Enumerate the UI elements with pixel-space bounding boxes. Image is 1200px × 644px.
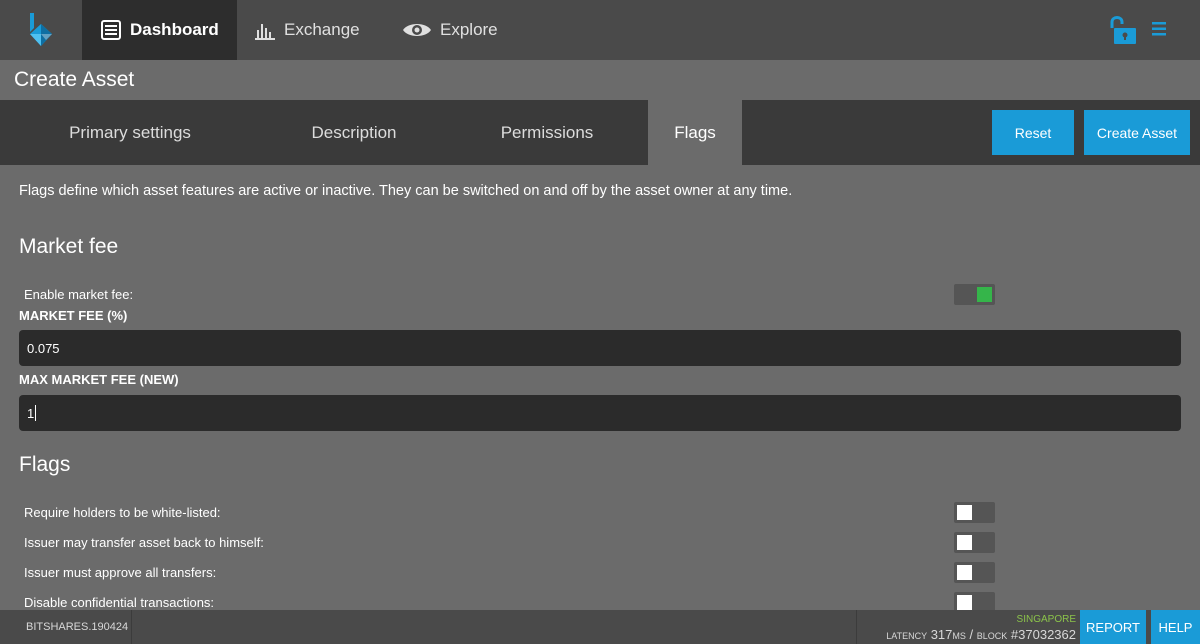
flag-label-white-listed: Require holders to be white-listed: (24, 505, 221, 520)
nav-explore-label: Explore (440, 20, 498, 39)
block-value: #37032362 (1010, 627, 1076, 642)
version-label: BITSHARES.190424 (0, 610, 132, 644)
market-fee-value: 0.075 (27, 340, 60, 356)
latency-unit: MS (952, 631, 966, 641)
dashboard-icon (101, 20, 121, 40)
nav-explore[interactable]: Explore (402, 0, 522, 60)
hamburger-menu-icon[interactable] (1152, 22, 1166, 36)
flag-toggle-transfer-back[interactable] (954, 532, 995, 553)
tab-flags[interactable]: Flags (648, 100, 742, 165)
tab-permissions[interactable]: Permissions (460, 100, 634, 165)
eye-icon (403, 24, 431, 36)
tab-primary-settings[interactable]: Primary settings (30, 100, 230, 165)
flag-toggle-approve-transfers[interactable] (954, 562, 995, 583)
nav-dashboard[interactable]: Dashboard (82, 0, 237, 60)
enable-market-fee-label: Enable market fee: (24, 287, 134, 302)
flag-label-transfer-back: Issuer may transfer asset back to himsel… (24, 535, 264, 550)
enable-market-fee-toggle[interactable] (954, 284, 995, 305)
max-market-fee-value: 1 (27, 405, 35, 421)
max-market-fee-label: MAX MARKET FEE (NEW) (19, 372, 179, 387)
top-navbar: Dashboard Exchange Explore (0, 0, 1200, 60)
toggle-knob (957, 565, 972, 580)
bitshares-logo-icon[interactable] (22, 10, 60, 50)
block-label: BLOCK (976, 631, 1008, 641)
page-title: Create Asset (14, 68, 135, 91)
help-button[interactable]: HELP (1151, 610, 1200, 644)
bar-chart-icon (255, 24, 275, 40)
flag-label-approve-transfers: Issuer must approve all transfers: (24, 565, 217, 580)
flags-heading: Flags (19, 453, 71, 476)
market-fee-input[interactable]: 0.075 (19, 330, 1181, 366)
stats-separator: / (969, 627, 974, 642)
tab-description[interactable]: Description (260, 100, 448, 165)
nav-exchange-label: Exchange (284, 20, 360, 39)
node-location: SINGAPORE (1016, 614, 1076, 625)
toggle-knob (957, 535, 972, 550)
create-asset-button[interactable]: Create Asset (1084, 110, 1190, 155)
flag-toggle-white-listed[interactable] (954, 502, 995, 523)
market-fee-heading: Market fee (19, 235, 119, 258)
latency-value: 317 (930, 627, 953, 642)
node-status[interactable]: SINGAPORE LATENCY 317MS / BLOCK #3703236… (856, 610, 1080, 644)
flag-label-disable-confidential: Disable confidential transactions: (24, 595, 215, 610)
footer-bar: BITSHARES.190424 SINGAPORE LATENCY 317MS… (0, 610, 1200, 644)
max-market-fee-input[interactable]: 1 (19, 395, 1181, 431)
nav-exchange[interactable]: Exchange (254, 0, 384, 60)
toggle-knob (957, 505, 972, 520)
reset-button[interactable]: Reset (992, 110, 1074, 155)
unlocked-padlock-icon[interactable] (1108, 14, 1138, 46)
flags-intro-text: Flags define which asset features are ac… (19, 183, 793, 199)
report-button[interactable]: REPORT (1080, 610, 1146, 644)
text-cursor (35, 405, 37, 421)
node-stats: LATENCY 317MS / BLOCK #37032362 (886, 627, 1076, 642)
nav-dashboard-label: Dashboard (130, 20, 219, 39)
latency-label: LATENCY (886, 631, 928, 641)
toggle-knob (957, 595, 972, 610)
market-fee-label: MARKET FEE (%) (19, 308, 128, 323)
toggle-knob (977, 287, 992, 302)
